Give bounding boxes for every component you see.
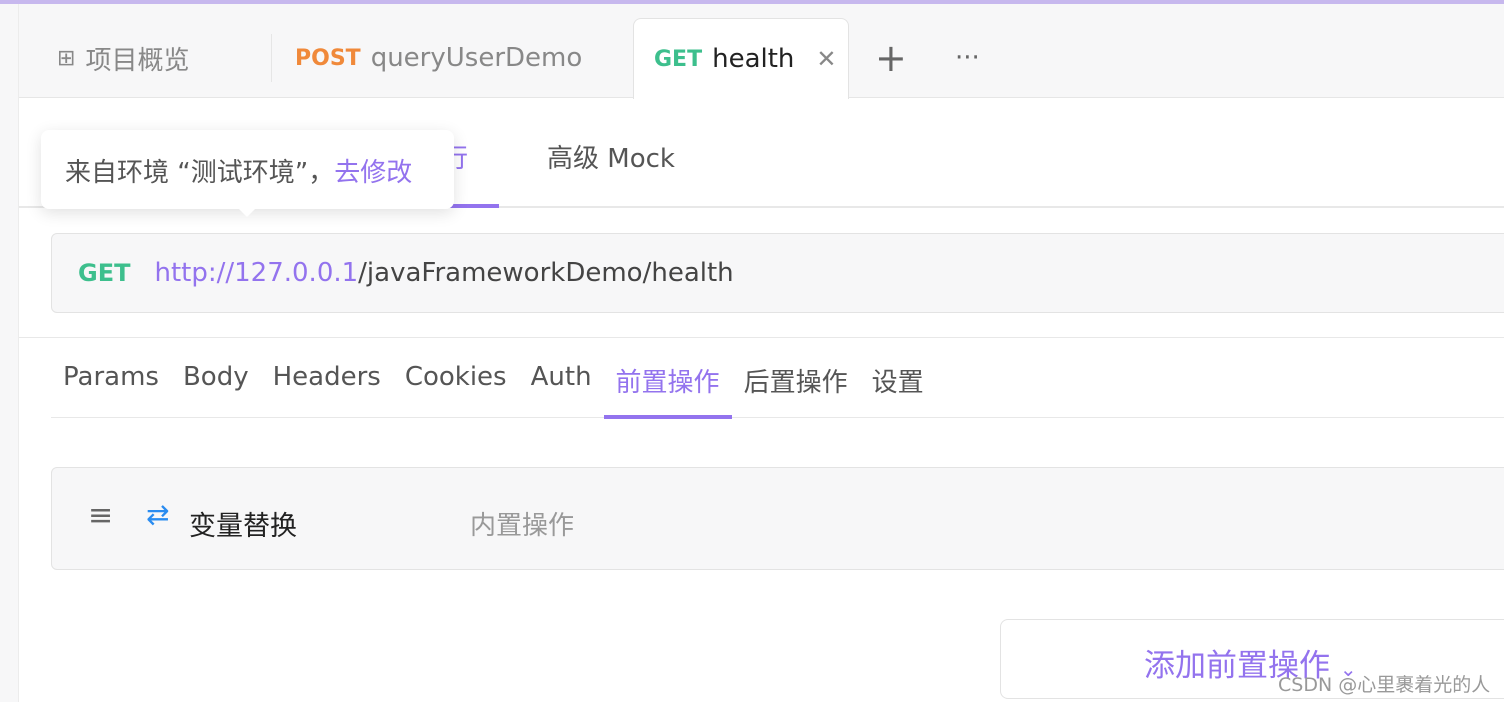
add-tab-button[interactable]: + bbox=[875, 18, 907, 98]
tab-params[interactable]: Params bbox=[51, 354, 171, 418]
tab-bar: ⊞ 项目概览 POST queryUserDemo GET health ✕ +… bbox=[19, 4, 1504, 99]
tab-post-operations[interactable]: 后置操作 bbox=[732, 354, 860, 418]
env-tooltip: 来自环境 “测试环境”，去修改 bbox=[41, 130, 454, 217]
tab-headers[interactable]: Headers bbox=[261, 354, 393, 418]
request-tabs: Params Body Headers Cookies Auth 前置操作 后置… bbox=[51, 354, 1504, 419]
subtab-advanced-mock[interactable]: 高级 Mock bbox=[547, 138, 675, 175]
env-base-url[interactable]: http://127.0.0.1 bbox=[154, 258, 358, 288]
watermark: CSDN @心里裹着光的人 bbox=[1278, 674, 1491, 696]
tab-body[interactable]: Body bbox=[171, 354, 261, 418]
operation-row[interactable]: ≡ ⇄ 变量替换 内置操作 bbox=[51, 467, 1504, 570]
tab-cookies[interactable]: Cookies bbox=[393, 354, 519, 418]
tab-health[interactable]: GET health ✕ bbox=[633, 18, 849, 99]
tab-pre-operations[interactable]: 前置操作 bbox=[603, 354, 732, 419]
tab-query-user-demo[interactable]: POST queryUserDemo bbox=[295, 18, 582, 98]
close-icon[interactable]: ✕ bbox=[816, 45, 836, 73]
url-bar[interactable]: GET http://127.0.0.1 /javaFrameworkDemo/… bbox=[51, 233, 1504, 313]
tab-auth[interactable]: Auth bbox=[519, 354, 604, 418]
left-sidebar bbox=[0, 4, 19, 702]
tab-project-overview[interactable]: ⊞ 项目概览 bbox=[57, 18, 189, 98]
operation-name: 变量替换 bbox=[189, 511, 297, 542]
edit-env-link[interactable]: 去修改 bbox=[334, 158, 412, 188]
tab-settings[interactable]: 设置 bbox=[860, 354, 936, 418]
operation-type: 内置操作 bbox=[470, 511, 575, 541]
grid-icon: ⊞ bbox=[57, 45, 76, 71]
url-path[interactable]: /javaFrameworkDemo/health bbox=[358, 258, 733, 288]
replace-icon: ⇄ bbox=[146, 498, 170, 531]
drag-handle-icon[interactable]: ≡ bbox=[88, 498, 113, 533]
method-label: GET bbox=[78, 259, 131, 287]
more-icon[interactable]: ··· bbox=[955, 18, 980, 98]
tab-divider bbox=[271, 34, 272, 82]
divider bbox=[19, 337, 1504, 338]
